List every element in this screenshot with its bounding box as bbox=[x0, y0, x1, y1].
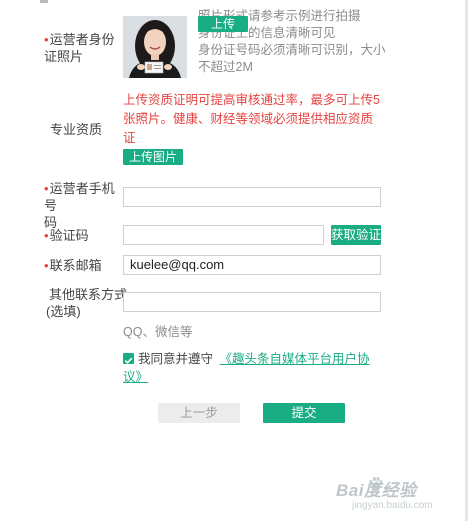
prev-step-button[interactable]: 上一步 bbox=[158, 403, 240, 423]
other-contact-hint: QQ、微信等 bbox=[123, 325, 193, 339]
watermark: Bai度经验 jingyan.baidu.com bbox=[336, 472, 464, 518]
agreement-text: 我同意并遵守 《趣头条自媒体平台用户协 bbox=[138, 352, 370, 366]
other-contact-label: 其他联系方式 (选填) bbox=[46, 287, 128, 319]
agreement-checkbox[interactable] bbox=[123, 353, 134, 364]
code-label: •验证码 bbox=[44, 228, 89, 243]
required-marker: • bbox=[44, 32, 49, 47]
watermark-logo-text: Bai度经验 bbox=[336, 481, 417, 500]
email-input[interactable]: kuelee@qq.com bbox=[123, 255, 381, 275]
top-remnant-mark bbox=[40, 0, 48, 3]
required-marker: • bbox=[44, 258, 49, 273]
other-contact-input[interactable] bbox=[123, 292, 381, 312]
qualification-label: 专业资质 bbox=[50, 122, 103, 137]
phone-label: •运营者手机号 码 bbox=[44, 181, 115, 230]
qualification-upload-button[interactable]: 上传图片 bbox=[123, 149, 183, 165]
agreement-link-continued[interactable]: 议》 bbox=[123, 369, 148, 386]
id-card-sample-photo bbox=[123, 16, 187, 78]
submit-button[interactable]: 提交 bbox=[263, 403, 345, 423]
phone-input[interactable] bbox=[123, 187, 381, 207]
agreement-link[interactable]: 《趣头条自媒体平台用户协 bbox=[220, 352, 370, 366]
required-marker: • bbox=[44, 228, 49, 243]
checkmark-icon bbox=[124, 357, 133, 364]
id-card-label: •运营者身份证照片 bbox=[44, 32, 115, 64]
email-label: •联系邮箱 bbox=[44, 258, 102, 273]
watermark-url: jingyan.baidu.com bbox=[352, 500, 433, 511]
id-card-upload-button[interactable]: 上传 bbox=[198, 16, 248, 32]
code-input[interactable] bbox=[123, 225, 324, 245]
get-code-button[interactable]: 获取验证 bbox=[331, 225, 381, 245]
required-marker: • bbox=[44, 181, 49, 196]
